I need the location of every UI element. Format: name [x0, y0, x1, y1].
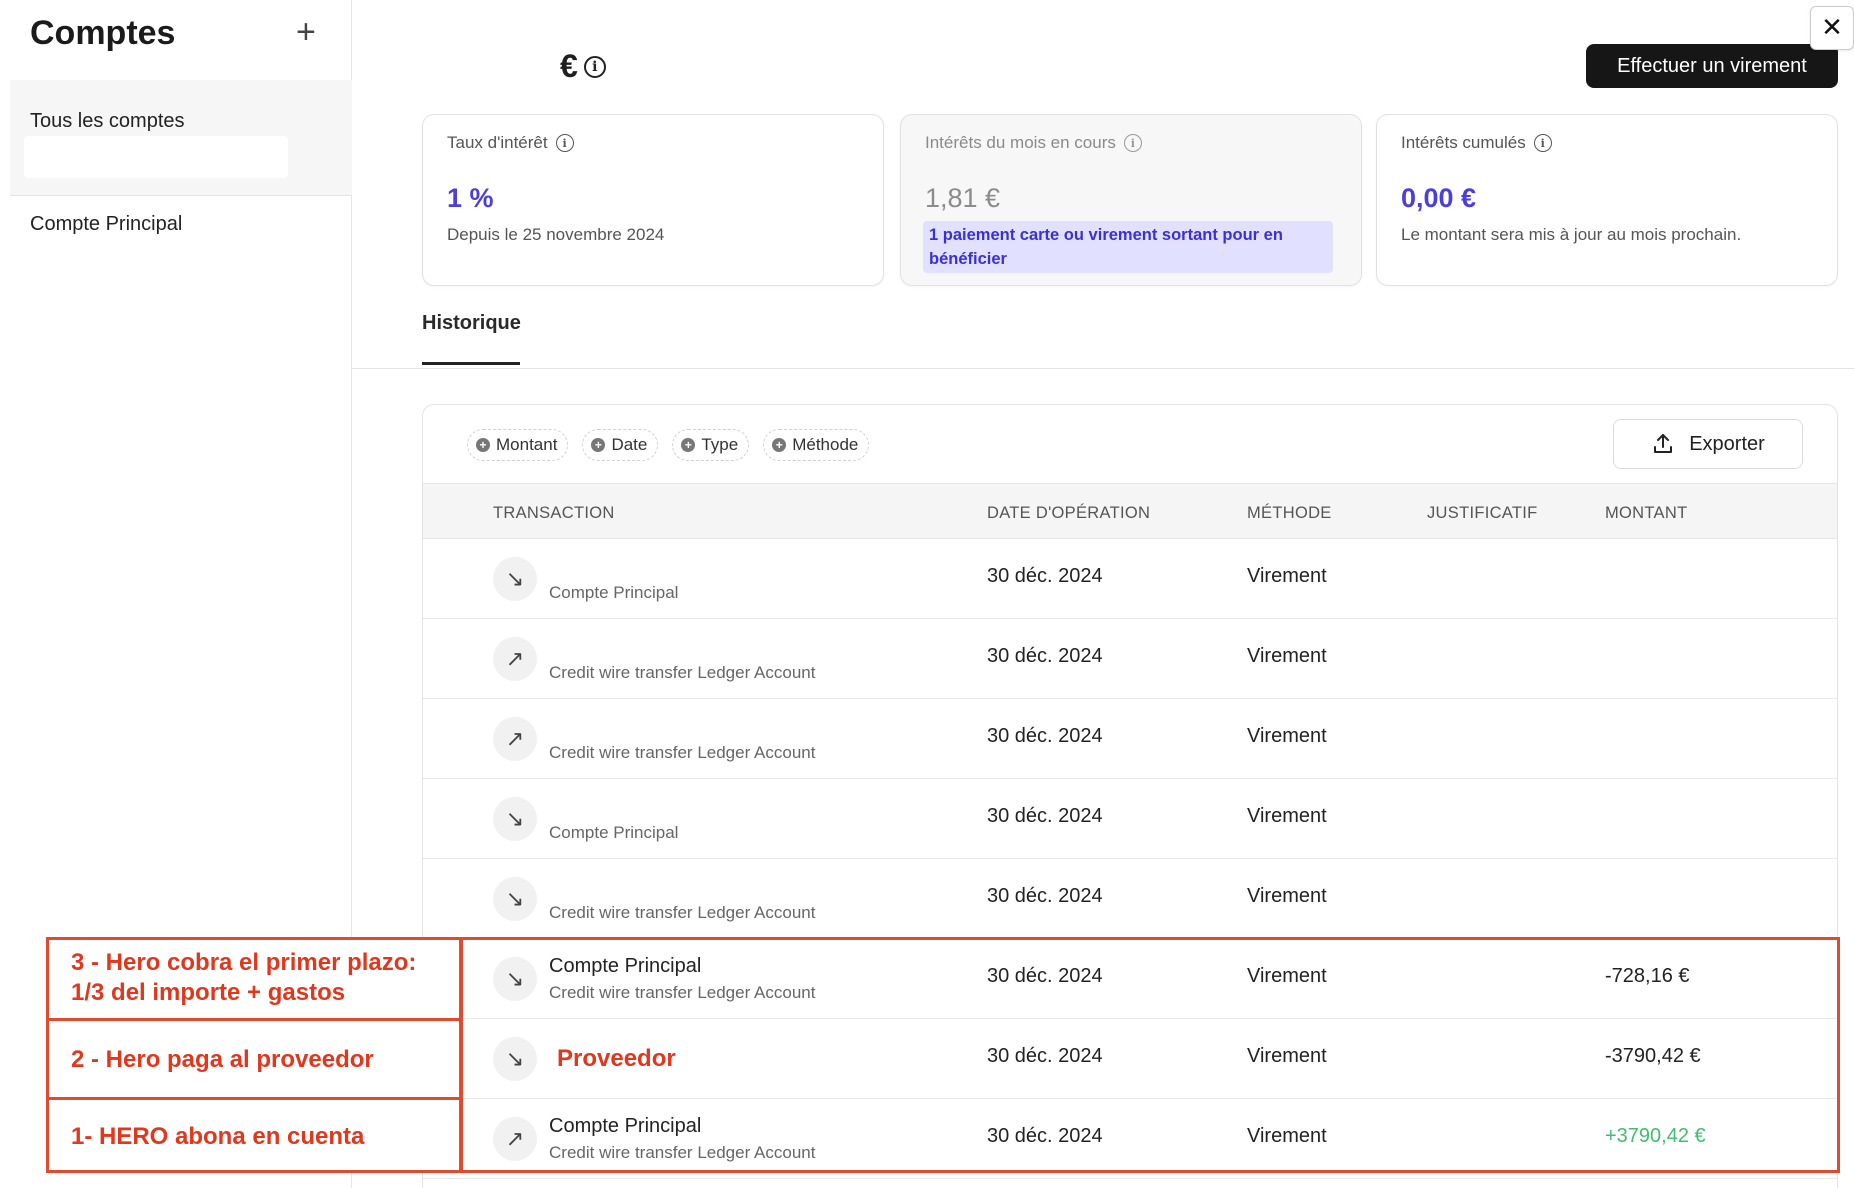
sidebar-item-label: Tous les comptes — [30, 110, 185, 132]
transaction-date: 30 déc. 2024 — [987, 885, 1103, 907]
annotation-highlight-box — [460, 937, 1840, 1173]
annotation-step-2: 2 - Hero paga al proveedor — [46, 1018, 462, 1100]
sidebar-title: Comptes — [30, 14, 176, 52]
cumulative-interest-value: 0,00 € — [1401, 183, 1477, 213]
table-row[interactable]: ↘ Credit wire transfer Ledger Account 30… — [423, 859, 1837, 939]
transaction-method: Virement — [1247, 645, 1327, 667]
arrow-down-right-icon: ↘ — [493, 877, 537, 921]
info-icon[interactable]: i — [1533, 134, 1552, 152]
arrow-down-right-icon: ↘ — [493, 557, 537, 601]
table-row[interactable]: ↗ Credit wire transfer Ledger Account 30… — [423, 699, 1837, 779]
sidebar-item-compte-principal[interactable]: Compte Principal — [30, 213, 182, 236]
transaction-account: Credit wire transfer Ledger Account — [549, 663, 816, 682]
filter-montant[interactable]: + Montant — [467, 429, 569, 461]
plus-icon: + — [591, 438, 606, 452]
transaction-method: Virement — [1247, 885, 1327, 907]
transaction-date: 30 déc. 2024 — [987, 805, 1103, 827]
plus-icon: + — [476, 438, 490, 452]
transaction-date: 30 déc. 2024 — [987, 645, 1103, 667]
column-header-transaction[interactable]: TRANSACTION — [493, 504, 615, 523]
transaction-method: Virement — [1247, 565, 1327, 587]
tab-historique[interactable]: Historique — [422, 312, 521, 335]
arrow-up-right-icon: ↗ — [493, 717, 537, 761]
cumulative-interest-note: Le montant sera mis à jour au mois proch… — [1401, 225, 1742, 244]
eligibility-badge: 1 paiement carte ou virement sortant pou… — [923, 221, 1333, 273]
transaction-method: Virement — [1247, 805, 1327, 827]
card-title: Intérêts cumulés i — [1401, 133, 1552, 153]
add-account-button[interactable]: + — [296, 12, 316, 52]
transaction-date: 30 déc. 2024 — [987, 565, 1103, 587]
table-row[interactable]: ↗ Credit wire transfer Ledger Account 30… — [423, 619, 1837, 699]
plus-icon: + — [772, 438, 787, 452]
interest-rate-card: Taux d'intérêt i 1 % Depuis le 25 novemb… — [422, 114, 884, 286]
transaction-method: Virement — [1247, 725, 1327, 747]
active-tab-indicator — [422, 362, 520, 365]
column-header-justificatif[interactable]: JUSTIFICATIF — [1427, 504, 1538, 523]
filter-date[interactable]: + Date — [582, 429, 659, 461]
column-header-montant[interactable]: MONTANT — [1605, 504, 1687, 523]
filter-methode[interactable]: + Méthode — [763, 429, 870, 461]
export-button[interactable]: Exporter — [1613, 419, 1803, 469]
column-header-date[interactable]: DATE D'OPÉRATION — [987, 504, 1150, 523]
info-icon[interactable]: i — [555, 134, 574, 152]
transaction-account: Credit wire transfer Ledger Account — [549, 743, 816, 762]
card-title: Taux d'intérêt i — [447, 133, 574, 153]
redacted-balance — [24, 136, 288, 178]
transaction-account: Compte Principal — [549, 583, 679, 602]
info-icon[interactable]: i — [583, 55, 606, 78]
upload-icon — [1654, 434, 1673, 453]
make-transfer-button[interactable]: Effectuer un virement — [1586, 44, 1838, 88]
close-icon[interactable]: ✕ — [1810, 6, 1854, 50]
transaction-account: Compte Principal — [549, 823, 679, 842]
annotation-step-3: 3 - Hero cobra el primer plazo: 1/3 del … — [46, 937, 462, 1021]
sidebar-item-all-accounts[interactable]: Tous les comptes — [10, 80, 352, 196]
interest-rate-since: Depuis le 25 novembre 2024 — [447, 225, 665, 244]
monthly-interest-value: 1,81 € — [925, 183, 1001, 213]
table-row[interactable]: ↘ Compte Principal 30 déc. 2024 Virement — [423, 779, 1837, 859]
info-icon[interactable]: i — [1123, 134, 1142, 152]
annotation-step-1: 1- HERO abona en cuenta — [46, 1097, 462, 1173]
plus-icon: + — [681, 438, 696, 452]
arrow-up-right-icon: ↗ — [493, 637, 537, 681]
table-header: TRANSACTION DATE D'OPÉRATION MÉTHODE JUS… — [423, 483, 1837, 539]
interest-rate-value: 1 % — [447, 183, 494, 213]
card-title: Intérêts du mois en cours i — [925, 133, 1142, 153]
filter-bar: + Montant + Date + Type + Méthode — [467, 429, 870, 461]
balance-amount: € — [560, 48, 578, 84]
account-balance: € i — [560, 48, 606, 85]
cumulative-interest-card: Intérêts cumulés i 0,00 € Le montant ser… — [1376, 114, 1838, 286]
tab-divider — [352, 368, 1854, 369]
transaction-date: 30 déc. 2024 — [987, 725, 1103, 747]
arrow-down-right-icon: ↘ — [493, 797, 537, 841]
monthly-interest-card: Intérêts du mois en cours i 1,81 € 1 pai… — [900, 114, 1362, 286]
filter-type[interactable]: + Type — [672, 429, 750, 461]
column-header-methode[interactable]: MÉTHODE — [1247, 504, 1332, 523]
transaction-account: Credit wire transfer Ledger Account — [549, 903, 816, 922]
table-row[interactable]: ↘ Compte Principal 30 déc. 2024 Virement — [423, 539, 1837, 619]
